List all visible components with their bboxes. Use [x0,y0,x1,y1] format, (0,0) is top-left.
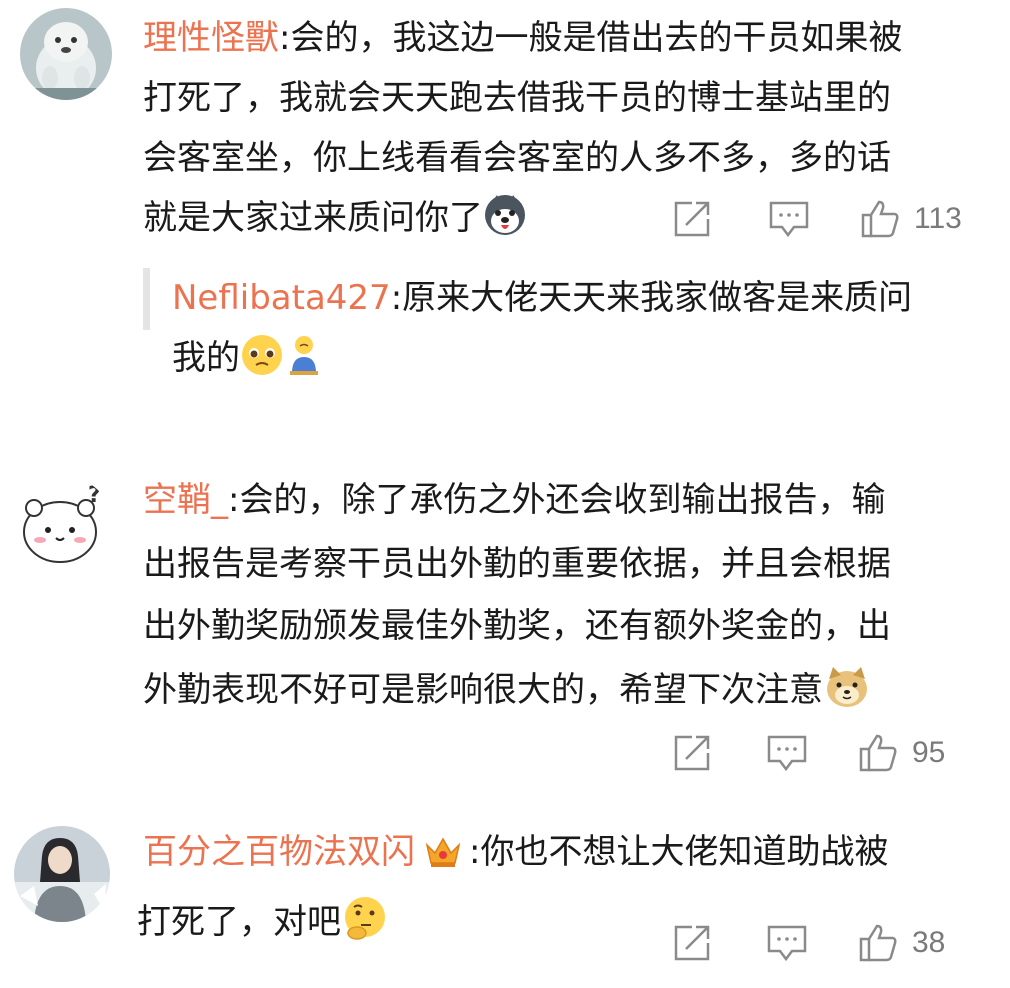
share-icon [674,735,710,771]
avatar[interactable]: ? [16,476,112,572]
username[interactable]: 理性怪獸 [143,18,279,58]
comment-line: 外勤表现不好可是影响很大的，希望下次注意 [143,670,823,710]
comment-line: 打死了，对吧 [137,902,341,942]
comment-actions: 38 [672,918,982,968]
reply-divider [143,268,150,330]
reply-text: Neflibata427:原来大佬天天来我家做客是来质问 [172,278,913,318]
share-button[interactable] [672,728,714,778]
comment-line: 打死了，我就会天天跑去借我干员的博士基站里的 [143,78,891,118]
comment-icon [767,735,807,772]
thumbs-up-icon [859,734,897,772]
reply-line: 我的 [172,338,240,378]
reply-text-last: 我的 [172,328,324,388]
comment-text: 空鞘_:会的，除了承伤之外还会收到输出报告，输 [143,480,886,520]
comment-line: 就是大家过来质问你了 [143,198,483,238]
doge-emoji [823,665,871,709]
pleading-face-emoji [240,333,284,377]
like-count: 113 [914,202,962,235]
comment-line: 出报告是考察干员出外勤的重要依据，并且会根据 [143,544,891,584]
thumbs-up-icon [861,200,899,238]
thinking-face-emoji [341,895,387,941]
comment-text-last: 就是大家过来质问你了 [143,188,527,248]
comment-text-last: 打死了，对吧 [137,892,387,952]
comment-text: 百分之百物法双闪 :你也不想让大佬知道助战被 [143,822,888,888]
comment-item: ? 空鞘_:会的，除了承伤之外还会收到输出报告，输 出报告是考察干员出外勤的重要… [0,470,1010,800]
reply-button[interactable] [768,194,810,244]
comment-actions: 95 [672,728,982,778]
share-icon [674,925,710,961]
thumbs-up-icon [859,924,897,962]
husky-dog-emoji [483,193,527,237]
avatar[interactable] [14,826,110,922]
username[interactable]: 空鞘_ [143,480,228,520]
share-button[interactable] [672,194,714,244]
like-button[interactable]: 113 [860,194,962,244]
like-count: 95 [912,736,946,769]
share-button[interactable] [672,918,714,968]
sad-person-emoji [284,333,324,377]
svg-text:?: ? [88,483,101,508]
like-button[interactable]: 38 [858,918,945,968]
share-icon [674,201,710,237]
avatar[interactable] [20,8,112,100]
reply-username[interactable]: Neflibata427 [172,278,391,318]
comment-text: 理性怪獸:会的，我这边一般是借出去的干员如果被 [143,18,903,58]
crown-badge-icon [423,828,463,888]
comment-actions: 113 [672,194,982,244]
reply-line: 原来大佬天天来我家做客是来质问 [402,278,913,318]
comment-line: 会的，我这边一般是借出去的干员如果被 [290,18,903,58]
comment-item: 理性怪獸:会的，我这边一般是借出去的干员如果被 打死了，我就会天天跑去借我干员的… [0,0,1010,400]
reply-button[interactable] [766,728,808,778]
comment-line: 会客室坐，你上线看看会客室的人多不多，多的话 [143,138,891,178]
comment-line: 你也不想让大佬知道助战被 [480,832,889,872]
comment-line: 会的，除了承伤之外还会收到输出报告，输 [239,480,886,520]
like-button[interactable]: 95 [858,728,945,778]
like-count: 38 [912,926,946,959]
comment-text-last: 外勤表现不好可是影响很大的，希望下次注意 [143,660,871,720]
reply-button[interactable] [766,918,808,968]
comment-line: 出外勤奖励颁发最佳外勤奖，还有额外奖金的，出 [143,606,891,646]
username[interactable]: 百分之百物法双闪 [143,832,415,872]
comment-item: 百分之百物法双闪 :你也不想让大佬知道助战被 打死了，对吧 38 [0,820,1010,988]
comment-icon [769,201,809,238]
comment-icon [767,925,807,962]
